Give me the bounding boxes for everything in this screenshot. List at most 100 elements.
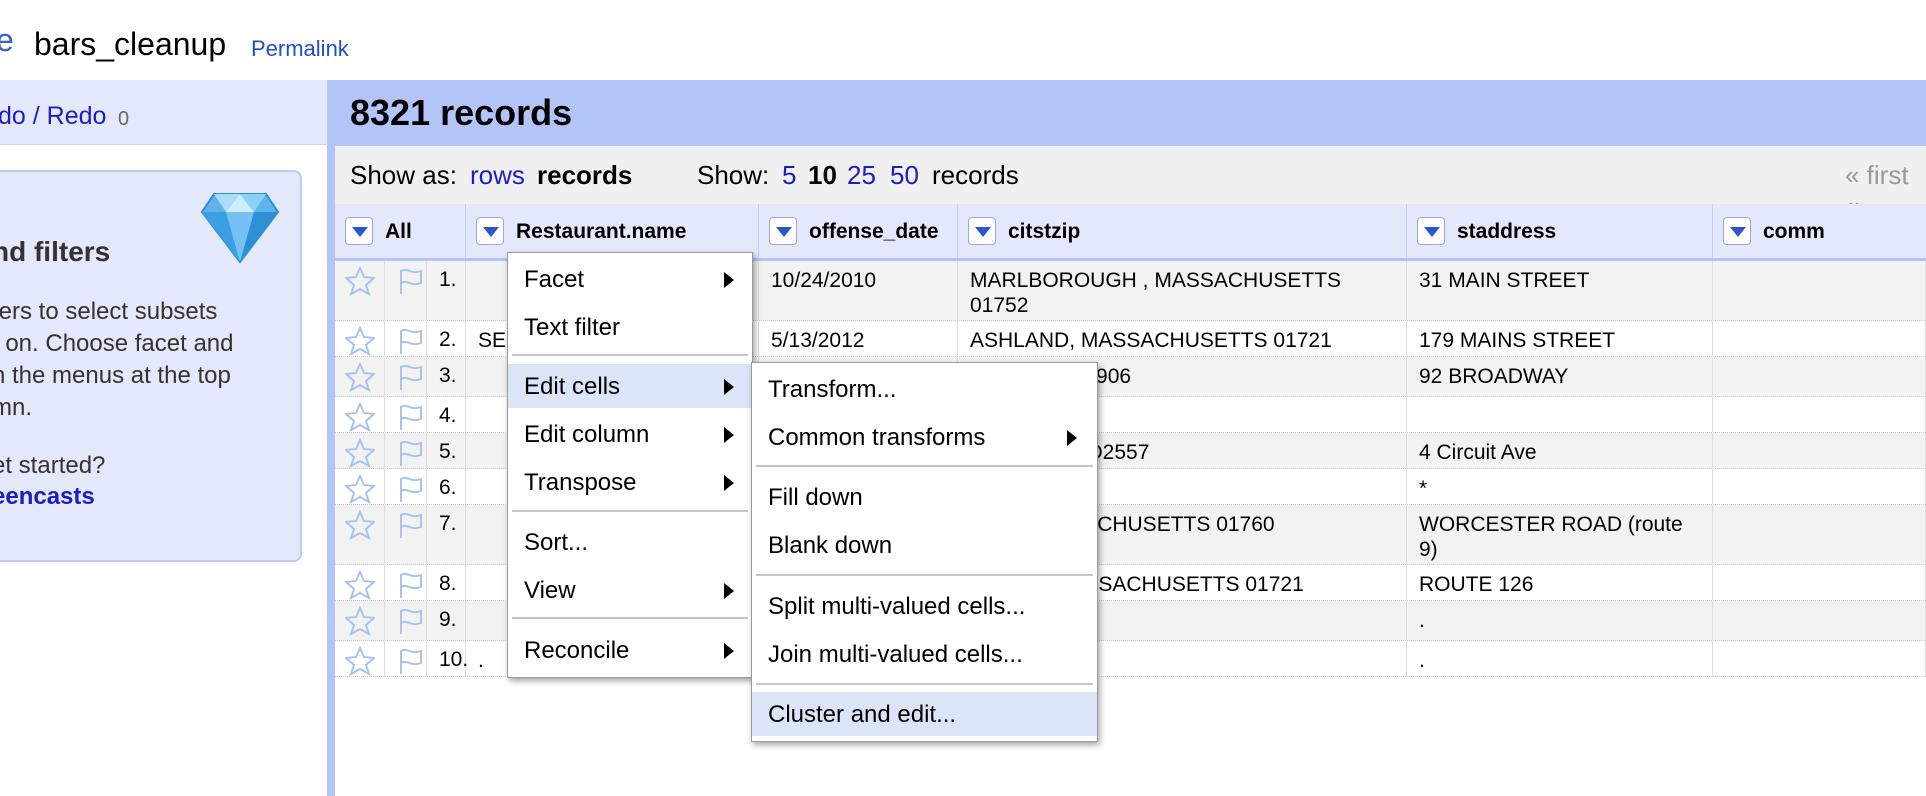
menu-item-split-multi-valued[interactable]: Split multi-valued cells...: [752, 584, 1097, 628]
menu-separator: [512, 354, 748, 356]
column-dropdown-icon[interactable]: [968, 217, 996, 245]
star-icon[interactable]: [335, 641, 385, 676]
menu-item-view[interactable]: View: [508, 568, 752, 612]
menu-item-label: Common transforms: [768, 424, 986, 451]
cell-comm[interactable]: [1713, 641, 1926, 676]
star-icon[interactable]: [335, 469, 385, 504]
menu-item-text-filter[interactable]: Text filter: [508, 305, 752, 349]
cell-offense-date[interactable]: 5/13/2012: [759, 321, 958, 356]
cell-comm[interactable]: [1713, 397, 1926, 432]
column-dropdown-icon[interactable]: [345, 217, 373, 245]
flag-icon[interactable]: [385, 641, 427, 676]
flag-icon[interactable]: [385, 469, 427, 504]
cell-comm[interactable]: [1713, 261, 1926, 320]
cell-staddress[interactable]: 179 MAINS STREET: [1407, 321, 1713, 356]
row-index: 2.: [427, 321, 466, 356]
cell-staddress[interactable]: *: [1407, 469, 1713, 504]
menu-item-join-multi-valued[interactable]: Join multi-valued cells...: [752, 632, 1097, 676]
flag-icon[interactable]: [385, 397, 427, 432]
menu-item-transform[interactable]: Transform...: [752, 367, 1097, 411]
cell-staddress[interactable]: ROUTE 126: [1407, 565, 1713, 600]
menu-item-cluster-and-edit[interactable]: Cluster and edit...: [752, 692, 1097, 736]
records-mode-selected: records: [537, 160, 633, 190]
row-index: 7.: [427, 505, 466, 564]
menu-item-label: Reconcile: [524, 637, 630, 664]
menu-item-sort[interactable]: Sort...: [508, 520, 752, 564]
cell-staddress[interactable]: 4 Circuit Ave: [1407, 433, 1713, 468]
cell-staddress[interactable]: WORCESTER ROAD (route 9): [1407, 505, 1713, 564]
permalink-link[interactable]: Permalink: [251, 36, 349, 62]
star-icon[interactable]: [335, 505, 385, 564]
column-header-citstzip: citstzip: [958, 204, 1407, 258]
page-size-25[interactable]: 25: [847, 160, 876, 191]
menu-item-fill-down[interactable]: Fill down: [752, 475, 1097, 519]
submenu-arrow-icon: [1067, 430, 1077, 446]
menu-item-blank-down[interactable]: Blank down: [752, 523, 1097, 567]
star-icon[interactable]: [335, 433, 385, 468]
flag-icon[interactable]: [385, 261, 427, 320]
cell-staddress[interactable]: .: [1407, 641, 1713, 676]
column-header-all: All: [335, 204, 466, 258]
records-summary-bar: 8321 records: [335, 80, 1926, 146]
column-dropdown-icon[interactable]: [1417, 217, 1445, 245]
submenu-arrow-icon: [724, 475, 734, 491]
column-header-comm: comm: [1713, 204, 1926, 258]
flag-icon[interactable]: [385, 321, 427, 356]
column-dropdown-icon[interactable]: [476, 217, 504, 245]
menu-item-label: Join multi-valued cells...: [768, 641, 1023, 668]
cell-staddress[interactable]: [1407, 397, 1713, 432]
star-icon[interactable]: [335, 397, 385, 432]
menu-item-edit-column[interactable]: Edit column: [508, 412, 752, 456]
column-header-offense-date: offense_date: [759, 204, 958, 258]
cell-comm[interactable]: [1713, 357, 1926, 396]
screencasts-link[interactable]: eencasts: [0, 483, 95, 511]
page-size-10-selected: 10: [808, 160, 837, 190]
column-dropdown-icon[interactable]: [1723, 217, 1751, 245]
menu-separator: [756, 574, 1093, 576]
project-title[interactable]: bars_cleanup: [34, 26, 226, 63]
panel-divider[interactable]: [327, 80, 335, 796]
cell-comm[interactable]: [1713, 321, 1926, 356]
column-header-label: Restaurant.name: [516, 220, 687, 243]
star-icon[interactable]: [335, 261, 385, 320]
page-size-5[interactable]: 5: [782, 160, 796, 191]
column-header-label: offense_date: [809, 220, 939, 243]
star-icon[interactable]: [335, 565, 385, 600]
cell-comm[interactable]: [1713, 601, 1926, 640]
star-icon[interactable]: [335, 601, 385, 640]
show-as-label: Show as:: [350, 160, 457, 190]
cell-comm[interactable]: [1713, 565, 1926, 600]
menu-item-common-transforms[interactable]: Common transforms: [752, 415, 1097, 459]
undo-redo-label[interactable]: do / Redo: [0, 102, 106, 131]
menu-item-facet[interactable]: Facet: [508, 257, 752, 301]
page-size-50[interactable]: 50: [890, 160, 919, 191]
menu-item-reconcile[interactable]: Reconcile: [508, 628, 752, 672]
star-icon[interactable]: [335, 357, 385, 396]
column-dropdown-icon[interactable]: [769, 217, 797, 245]
menu-item-edit-cells[interactable]: Edit cells: [508, 364, 752, 408]
star-icon[interactable]: [335, 321, 385, 356]
submenu-arrow-icon: [724, 583, 734, 599]
cell-staddress[interactable]: 31 MAIN STREET: [1407, 261, 1713, 320]
undo-redo-tab[interactable]: do / Redo 0: [0, 80, 327, 145]
cell-citstzip[interactable]: ASHLAND, MASSACHUSETTS 01721: [958, 321, 1407, 356]
rows-mode-link[interactable]: rows: [470, 160, 525, 191]
cell-comm[interactable]: [1713, 505, 1926, 564]
menu-item-transpose[interactable]: Transpose: [508, 460, 752, 504]
cell-offense-date[interactable]: 10/24/2010: [759, 261, 958, 320]
menu-item-label: Text filter: [524, 314, 621, 341]
app-logo[interactable]: e: [0, 22, 14, 59]
menu-item-label: View: [524, 577, 576, 604]
cell-staddress[interactable]: 92 BROADWAY: [1407, 357, 1713, 396]
flag-icon[interactable]: [385, 505, 427, 564]
app-header: e bars_cleanup Permalink: [0, 0, 1926, 80]
cell-comm[interactable]: [1713, 433, 1926, 468]
cell-staddress[interactable]: .: [1407, 601, 1713, 640]
flag-icon[interactable]: [385, 433, 427, 468]
flag-icon[interactable]: [385, 357, 427, 396]
cell-citstzip[interactable]: MARLBOROUGH , MASSACHUSETTS 01752: [958, 261, 1407, 320]
menu-separator: [756, 465, 1093, 467]
cell-comm[interactable]: [1713, 469, 1926, 504]
flag-icon[interactable]: [385, 601, 427, 640]
flag-icon[interactable]: [385, 565, 427, 600]
